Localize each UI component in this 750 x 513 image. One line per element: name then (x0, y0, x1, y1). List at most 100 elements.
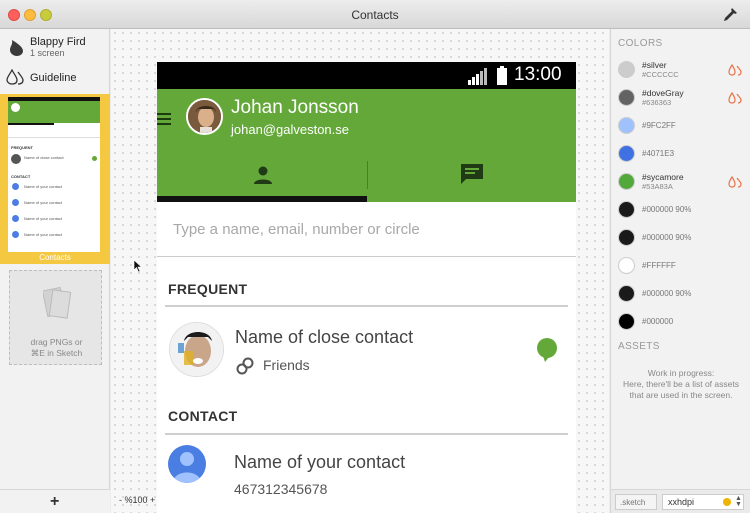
contact-avatar-placeholder (168, 445, 206, 483)
assets-line-3: that are used in the screen. (629, 390, 733, 400)
contact-number: 467312345678 (234, 481, 328, 497)
linked-style-icon[interactable] (728, 176, 742, 188)
screens-sidebar: Blappy Fird 1 screen Guideline FREQUENT … (0, 29, 110, 513)
preview-contact-avatar (12, 183, 19, 190)
chat-bubble-icon[interactable] (536, 338, 558, 362)
zoom-control[interactable]: - %100 + (119, 495, 155, 505)
person-icon (254, 166, 272, 184)
user-name: Johan Jonsson (231, 97, 359, 118)
export-bar: xxhdpi ▲▼ (611, 489, 750, 513)
density-select[interactable]: xxhdpi ▲ ▼ (662, 494, 744, 510)
preview-contact-avatar (12, 231, 19, 238)
color-hex: #636363 (642, 98, 672, 107)
close-contact-circle: Friends (263, 357, 310, 373)
battery-icon (497, 66, 507, 85)
color-swatch[interactable] (618, 145, 635, 162)
color-swatch[interactable] (618, 173, 635, 190)
color-name: #sycamore (642, 172, 684, 182)
artboard-thumbnail-contacts[interactable]: FREQUENT Name of close contact CONTACT N… (0, 94, 110, 264)
preview-frequent: FREQUENT (11, 145, 33, 150)
assets-line-1: Work in progress: (647, 368, 715, 378)
color-swatch[interactable] (618, 257, 635, 274)
assets-line-2: Here, there'll be a list of assets (623, 379, 739, 389)
close-contact-avatar (169, 322, 224, 377)
color-swatch[interactable] (618, 117, 635, 134)
contact-section-header: CONTACT (168, 408, 238, 424)
user-email: johan@galveston.se (231, 122, 349, 137)
color-swatch[interactable] (618, 285, 635, 302)
preview-contact-name: Name of your contact (24, 216, 63, 221)
preview-close-avatar (11, 154, 21, 164)
menu-icon[interactable] (157, 112, 171, 126)
preview-contact: CONTACT (11, 174, 31, 179)
color-swatch[interactable] (618, 313, 635, 330)
preview-contact-name: Name of your contact (24, 200, 63, 205)
color-swatch[interactable] (618, 61, 635, 78)
preview-avatar (11, 103, 20, 112)
frequent-divider (165, 305, 568, 307)
color-hex: #53A83A (642, 182, 673, 191)
phone-screen: 13:00 Johan Jonsson johan@galveston.se T… (157, 62, 576, 513)
artboard-label: Contacts (39, 253, 71, 262)
inspector-panel: COLORS #silver #CCCCCC #doveGray #636363 #9F… (610, 29, 750, 513)
preview-divider (8, 137, 100, 138)
image-stack-icon (43, 286, 71, 319)
eyedropper-icon[interactable] (722, 7, 738, 23)
extension-input[interactable] (615, 494, 657, 510)
status-time: 13:00 (514, 64, 562, 85)
window-title: Contacts (351, 8, 399, 22)
close-contact-name: Name of close contact (235, 327, 414, 347)
close-contact-photo (170, 323, 223, 376)
canvas[interactable]: - %100 + 13:00 Johan Jonsson johan@galve… (111, 29, 609, 513)
assets-header: ASSETS (618, 341, 660, 352)
up-down-chevron-icon: ▲ ▼ (735, 495, 742, 508)
app-bar: Johan Jonsson johan@galveston.se (157, 89, 576, 202)
guideline-icon[interactable] (6, 69, 24, 85)
color-hex: #FFFFFF (642, 261, 676, 270)
color-name: #silver (642, 60, 667, 70)
frequent-section-header: FREQUENT (168, 281, 248, 297)
linked-style-icon[interactable] (728, 92, 742, 104)
circle-link-icon (236, 357, 254, 375)
chat-message-icon (461, 164, 483, 184)
color-name: #doveGray (642, 88, 684, 98)
colors-header: COLORS (618, 38, 663, 49)
contact-search-input[interactable] (157, 202, 576, 257)
info-icon (723, 498, 731, 506)
assets-placeholder-text: Work in progress: Here, there'll be a li… (611, 368, 750, 401)
tab-contacts[interactable] (157, 155, 367, 202)
guideline-label[interactable]: Guideline (30, 72, 76, 84)
preview-statusbar (8, 97, 100, 101)
project-name[interactable]: Blappy Fird (30, 36, 86, 48)
contact-name: Name of your contact (234, 452, 406, 472)
color-hex: #000000 90% (642, 233, 692, 242)
color-swatch[interactable] (618, 229, 635, 246)
mouse-cursor-icon (133, 259, 143, 273)
tab-messages[interactable] (368, 155, 576, 202)
linked-style-icon[interactable] (728, 64, 742, 76)
title-bar: Contacts (0, 0, 750, 29)
color-swatch[interactable] (618, 89, 635, 106)
preview-contact-avatar (12, 215, 19, 222)
preview-contact-name: Name of your contact (24, 232, 63, 237)
preview-contact-name: Name of your contact (24, 184, 63, 189)
artboard-preview: FREQUENT Name of close contact CONTACT N… (8, 97, 100, 252)
color-hex: #4071E3 (642, 149, 675, 158)
png-drop-zone[interactable]: drag PNGs or ⌘E in Sketch (9, 270, 102, 365)
project-screen-count: 1 screen (30, 48, 65, 58)
color-hex: #000000 90% (642, 289, 692, 298)
color-hex: #9FC2FF (642, 121, 676, 130)
preview-contact-avatar (12, 199, 19, 206)
color-swatch[interactable] (618, 201, 635, 218)
status-bar: 13:00 (157, 62, 576, 89)
add-screen-button[interactable]: + (50, 493, 59, 511)
sidebar-footer: + (0, 489, 110, 513)
preview-close-name: Name of close contact (24, 155, 64, 160)
drop-zone-hint: drag PNGs or ⌘E in Sketch (10, 337, 103, 359)
color-hex: #000000 (642, 317, 674, 326)
user-avatar[interactable] (186, 98, 223, 135)
density-value: xxhdpi (668, 497, 695, 507)
project-drop-icon (10, 40, 23, 56)
preview-tab-indicator (8, 123, 54, 125)
contact-divider (165, 433, 568, 435)
